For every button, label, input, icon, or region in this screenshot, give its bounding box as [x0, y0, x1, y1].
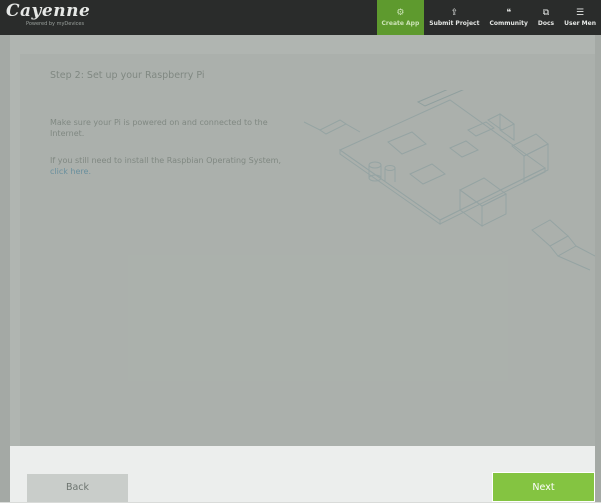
instruction-install-os: If you still need to install the Raspbia… [50, 155, 295, 177]
gear-icon: ⚙ [396, 7, 405, 18]
nav-docs-label: Docs [537, 19, 555, 27]
nav-create-app[interactable]: ⚙ Create App [376, 0, 425, 35]
instruction-install-os-text: If you still need to install the Raspbia… [50, 156, 282, 165]
next-button[interactable]: Next [492, 472, 595, 502]
nav-community[interactable]: ❝ Community [484, 0, 532, 35]
share-icon: ⇪ [450, 7, 459, 18]
top-navigation-bar: Cayenne Powered by myDevices ⚙ Create Ap… [0, 0, 601, 35]
instruction-power-on: Make sure your Pi is powered on and conn… [50, 118, 268, 138]
docs-icon: ⧉ [542, 7, 550, 18]
brand-logo[interactable]: Cayenne Powered by myDevices [6, 3, 90, 28]
nav-create-app-label: Create App [381, 19, 420, 27]
chat-bubble-icon: ❝ [506, 7, 512, 18]
nav-submit-project[interactable]: ⇪ Submit Project [424, 0, 484, 35]
back-button[interactable]: Back [27, 474, 128, 502]
install-os-link[interactable]: click here. [50, 167, 91, 176]
main-nav: ⚙ Create App ⇪ Submit Project ❝ Communit… [376, 0, 601, 35]
hamburger-menu-icon: ☰ [576, 7, 585, 18]
nav-community-label: Community [489, 19, 528, 27]
raspberry-pi-illustration [300, 81, 596, 275]
brand-subtitle: Powered by myDevices [26, 21, 85, 27]
step-title: Step 2: Set up your Raspberry Pi [50, 70, 205, 81]
nav-user-menu[interactable]: ☰ User Men [559, 0, 601, 35]
nav-user-menu-label: User Men [564, 19, 596, 27]
nav-docs[interactable]: ⧉ Docs [533, 0, 559, 35]
nav-submit-project-label: Submit Project [429, 19, 480, 27]
brand-title: Cayenne [6, 1, 91, 21]
